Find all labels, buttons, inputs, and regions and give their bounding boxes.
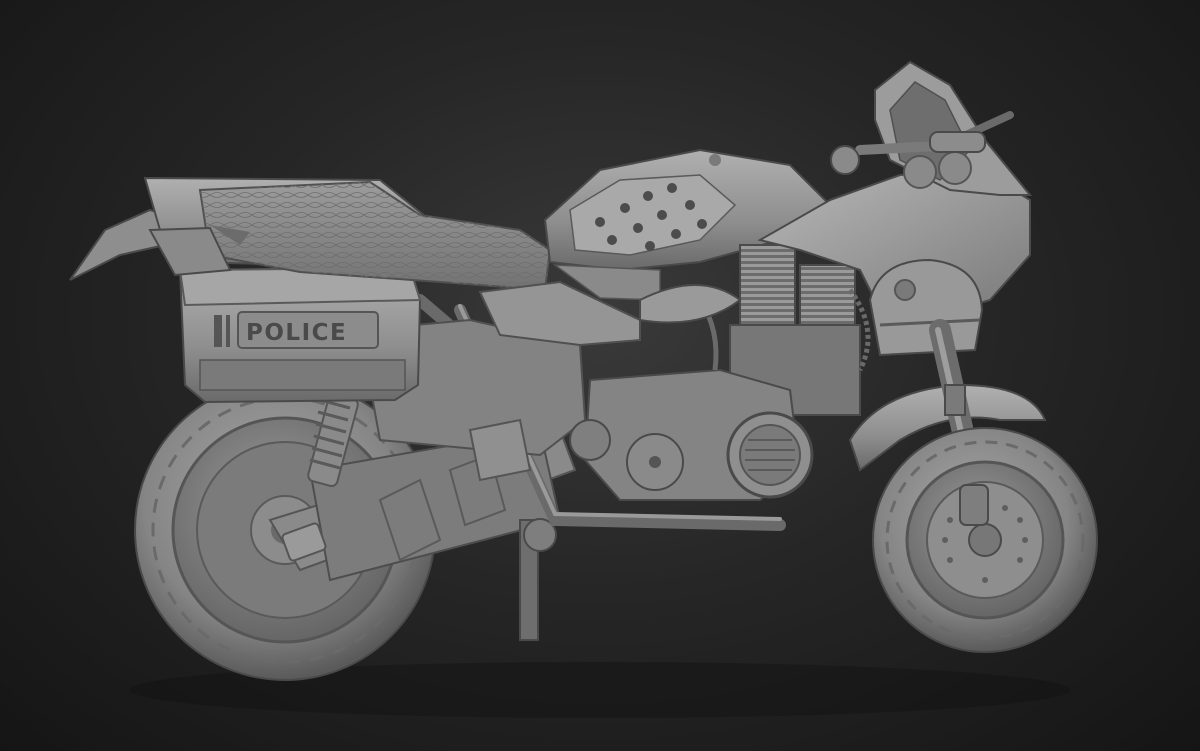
seat-tail <box>69 176 552 292</box>
front-wheel <box>872 427 1098 653</box>
police-decal: POLICE <box>246 320 347 346</box>
helmet <box>868 258 984 357</box>
police-box: POLICE <box>178 266 422 404</box>
motorcycle-sculpt: POLICE <box>69 60 1098 718</box>
render-viewport: POLICE <box>0 0 1200 751</box>
